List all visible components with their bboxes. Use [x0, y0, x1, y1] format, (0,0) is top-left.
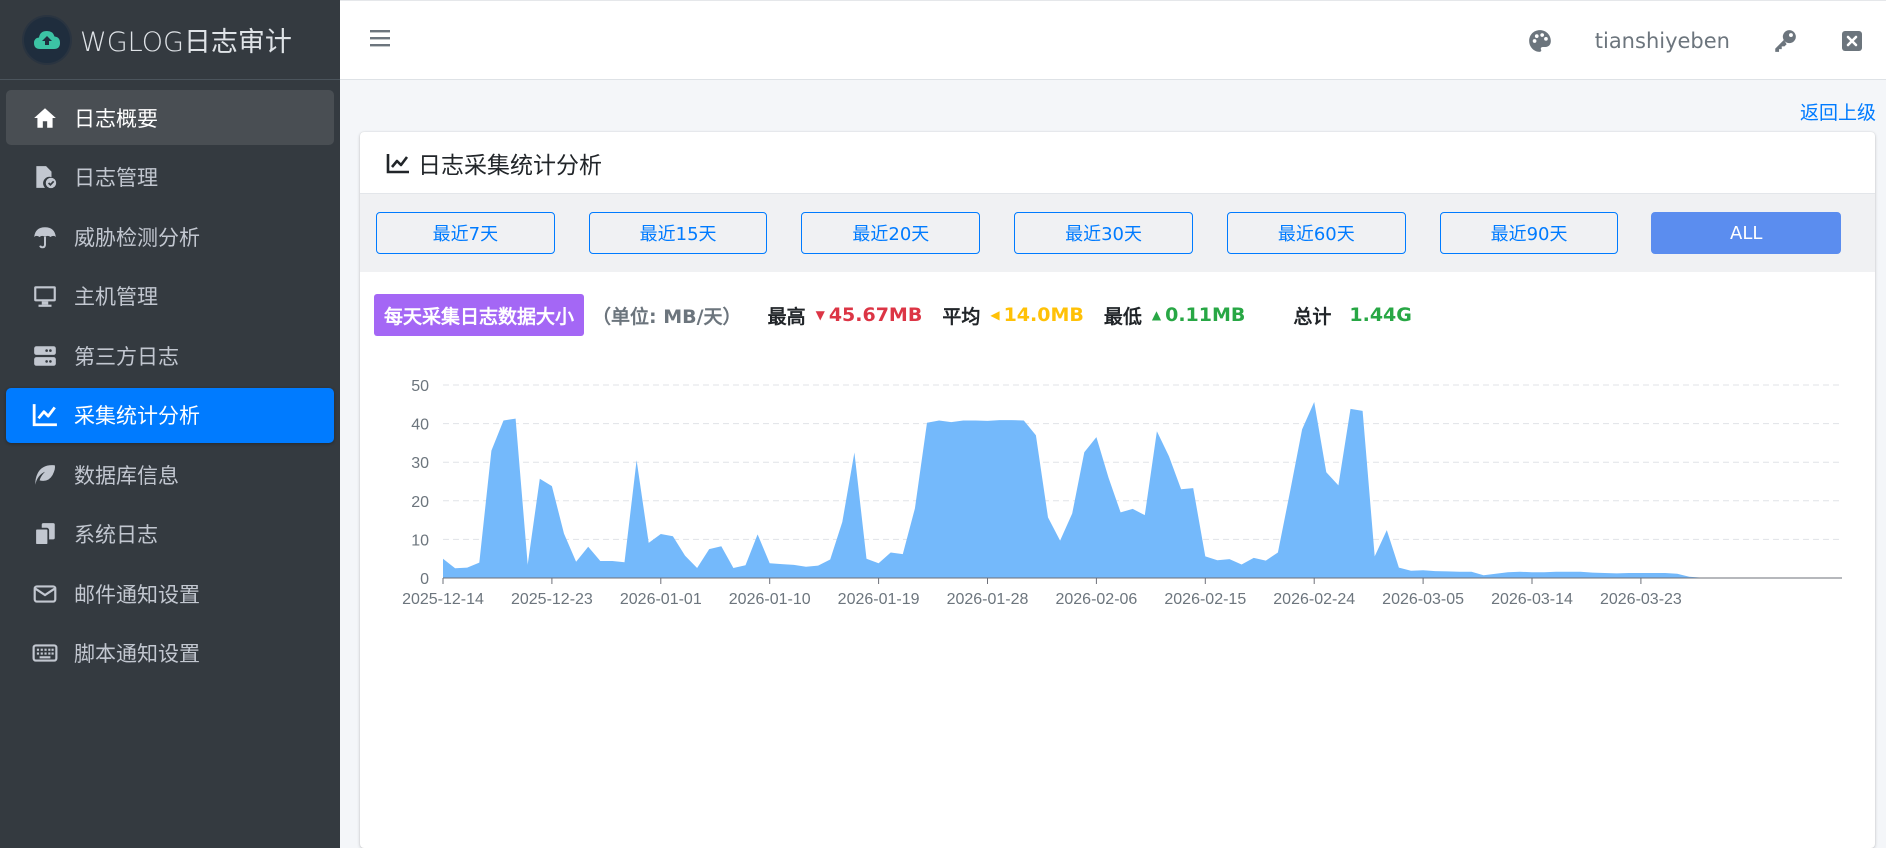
x-tick-label: 2026-02-24 [1273, 591, 1355, 608]
y-tick-label: 0 [420, 571, 429, 588]
sidebar-item-9[interactable]: 脚本通知设置 [6, 626, 334, 681]
brand-text: WGLOG日志审计 [80, 27, 292, 58]
filter-button-4[interactable]: 最近60天 [1226, 212, 1406, 254]
x-tick-label: 2026-03-23 [1600, 591, 1682, 608]
sidebar-item-label: 主机管理 [74, 285, 158, 309]
filter-bar: 最近7天 最近15天 最近20天 最近30天 最近60天 最近90天 ALL [360, 194, 1875, 272]
chart-line-icon [30, 400, 60, 430]
caret-up-icon: ▲ [1151, 308, 1162, 322]
sidebar-item-7[interactable]: 系统日志 [6, 507, 334, 562]
username[interactable]: tianshiyeben [1595, 29, 1730, 53]
y-tick-label: 20 [411, 494, 429, 511]
area-chart: 0 10 20 30 40 50 2025-12-14 2025-12-23 2026-01-0… [402, 378, 1842, 608]
min-label: 最低 [1103, 305, 1142, 328]
server-icon [30, 341, 60, 371]
y-tick-label: 50 [411, 378, 429, 395]
stats-unit: （单位: MB/天） [592, 305, 742, 328]
brand[interactable]: WGLOG日志审计 [0, 0, 340, 80]
topbar: tianshiyeben [340, 0, 1886, 80]
copy-icon [30, 519, 60, 549]
sidebar-item-8[interactable]: 邮件通知设置 [6, 566, 334, 621]
sidebar-item-label: 第三方日志 [74, 344, 179, 369]
x-tick-label: 2026-02-06 [1055, 591, 1137, 608]
filter-button-6[interactable]: ALL [1651, 212, 1841, 254]
filter-button-3[interactable]: 最近30天 [1014, 212, 1193, 254]
cloud-logo-icon [24, 16, 70, 63]
x-tick-label: 2025-12-23 [511, 591, 593, 608]
min-value: 0.11MB [1165, 304, 1246, 326]
sidebar-item-6[interactable]: 数据库信息 [6, 447, 334, 502]
sidebar-nav: 日志概要日志管理威胁检测分析 主机管理第三方日志采集统计分析 数据库信息系统日志邮件… [0, 80, 340, 695]
sidebar-item-label: 日志管理 [74, 166, 158, 190]
sidebar-item-label: 采集统计分析 [74, 404, 200, 428]
avg-label: 平均 [942, 305, 981, 328]
x-tick-label: 2026-03-05 [1382, 591, 1464, 608]
file-check-icon [30, 162, 60, 192]
x-tick-label: 2026-01-10 [729, 591, 811, 608]
x-tick-label: 2026-01-01 [620, 591, 702, 608]
caret-down-icon: ▼ [815, 308, 825, 322]
filter-button-0[interactable]: 最近7天 [376, 212, 555, 254]
home-icon [30, 103, 60, 133]
back-link[interactable]: 返回上级 [1800, 98, 1876, 125]
filter-button-1[interactable]: 最近15天 [588, 212, 768, 254]
sidebar-item-3[interactable]: 主机管理 [6, 269, 334, 324]
card-title: 日志采集统计分析 [418, 152, 602, 179]
x-tick-label: 2026-03-14 [1491, 591, 1573, 608]
stats-card: 日志采集统计分析 最近7天 最近15天 最近20天 最近30天 最近60天 最近90天 AL… [360, 132, 1875, 848]
x-tick-label: 2026-01-19 [838, 591, 920, 608]
sidebar: WGLOG日志审计 日志概要日志管理威胁检测分析 主机管理第三方日志采集统计分析数… [0, 0, 340, 848]
total-label: 总计 [1293, 305, 1332, 328]
keyboard-icon [30, 638, 60, 668]
key-icon[interactable] [1772, 28, 1798, 54]
max-value: 45.67MB [828, 304, 923, 326]
total-value: 1.44G [1349, 304, 1412, 326]
card-header: 日志采集统计分析 [360, 132, 1875, 194]
avg-value: 14.0MB [1003, 304, 1084, 326]
sidebar-item-5[interactable]: 采集统计分析 [6, 387, 334, 443]
stats-badge: 每天采集日志数据大小 [374, 294, 585, 336]
envelope-icon [30, 579, 60, 609]
x-tick-label: 2026-02-15 [1164, 591, 1246, 608]
chart-line-icon [386, 153, 409, 173]
caret-left-icon: ◀ [990, 308, 1000, 322]
filter-button-5[interactable]: 最近90天 [1439, 212, 1619, 254]
stats-summary: 每天采集日志数据大小 （单位: MB/天） 最高 ▼ 45.67MB 平均 ◀ … [374, 294, 1412, 336]
close-icon[interactable] [1840, 29, 1864, 53]
leaf-icon [30, 460, 60, 490]
sidebar-item-label: 威胁检测分析 [74, 225, 200, 250]
y-tick-label: 40 [411, 417, 429, 434]
sidebar-item-2[interactable]: 威胁检测分析 [6, 209, 334, 264]
area-series [443, 402, 1702, 578]
sidebar-item-0[interactable]: 日志概要 [6, 90, 334, 145]
filter-button-2[interactable]: 最近20天 [801, 212, 981, 254]
sidebar-item-label: 日志概要 [74, 106, 158, 131]
sidebar-item-label: 系统日志 [74, 523, 158, 547]
sidebar-item-label: 脚本通知设置 [74, 642, 200, 666]
sidebar-item-4[interactable]: 第三方日志 [6, 328, 334, 383]
desktop-icon [30, 281, 60, 311]
palette-icon[interactable] [1527, 28, 1553, 54]
umbrella-icon [30, 222, 60, 252]
sidebar-item-label: 邮件通知设置 [74, 582, 200, 607]
hamburger-menu-icon[interactable] [370, 26, 396, 54]
x-tick-label: 2025-12-14 [402, 591, 484, 608]
max-label: 最高 [767, 305, 806, 328]
sidebar-item-1[interactable]: 日志管理 [6, 150, 334, 205]
y-tick-label: 30 [411, 455, 429, 472]
y-tick-label: 10 [411, 532, 429, 549]
x-tick-label: 2026-01-28 [947, 591, 1029, 608]
sidebar-item-label: 数据库信息 [74, 463, 179, 488]
